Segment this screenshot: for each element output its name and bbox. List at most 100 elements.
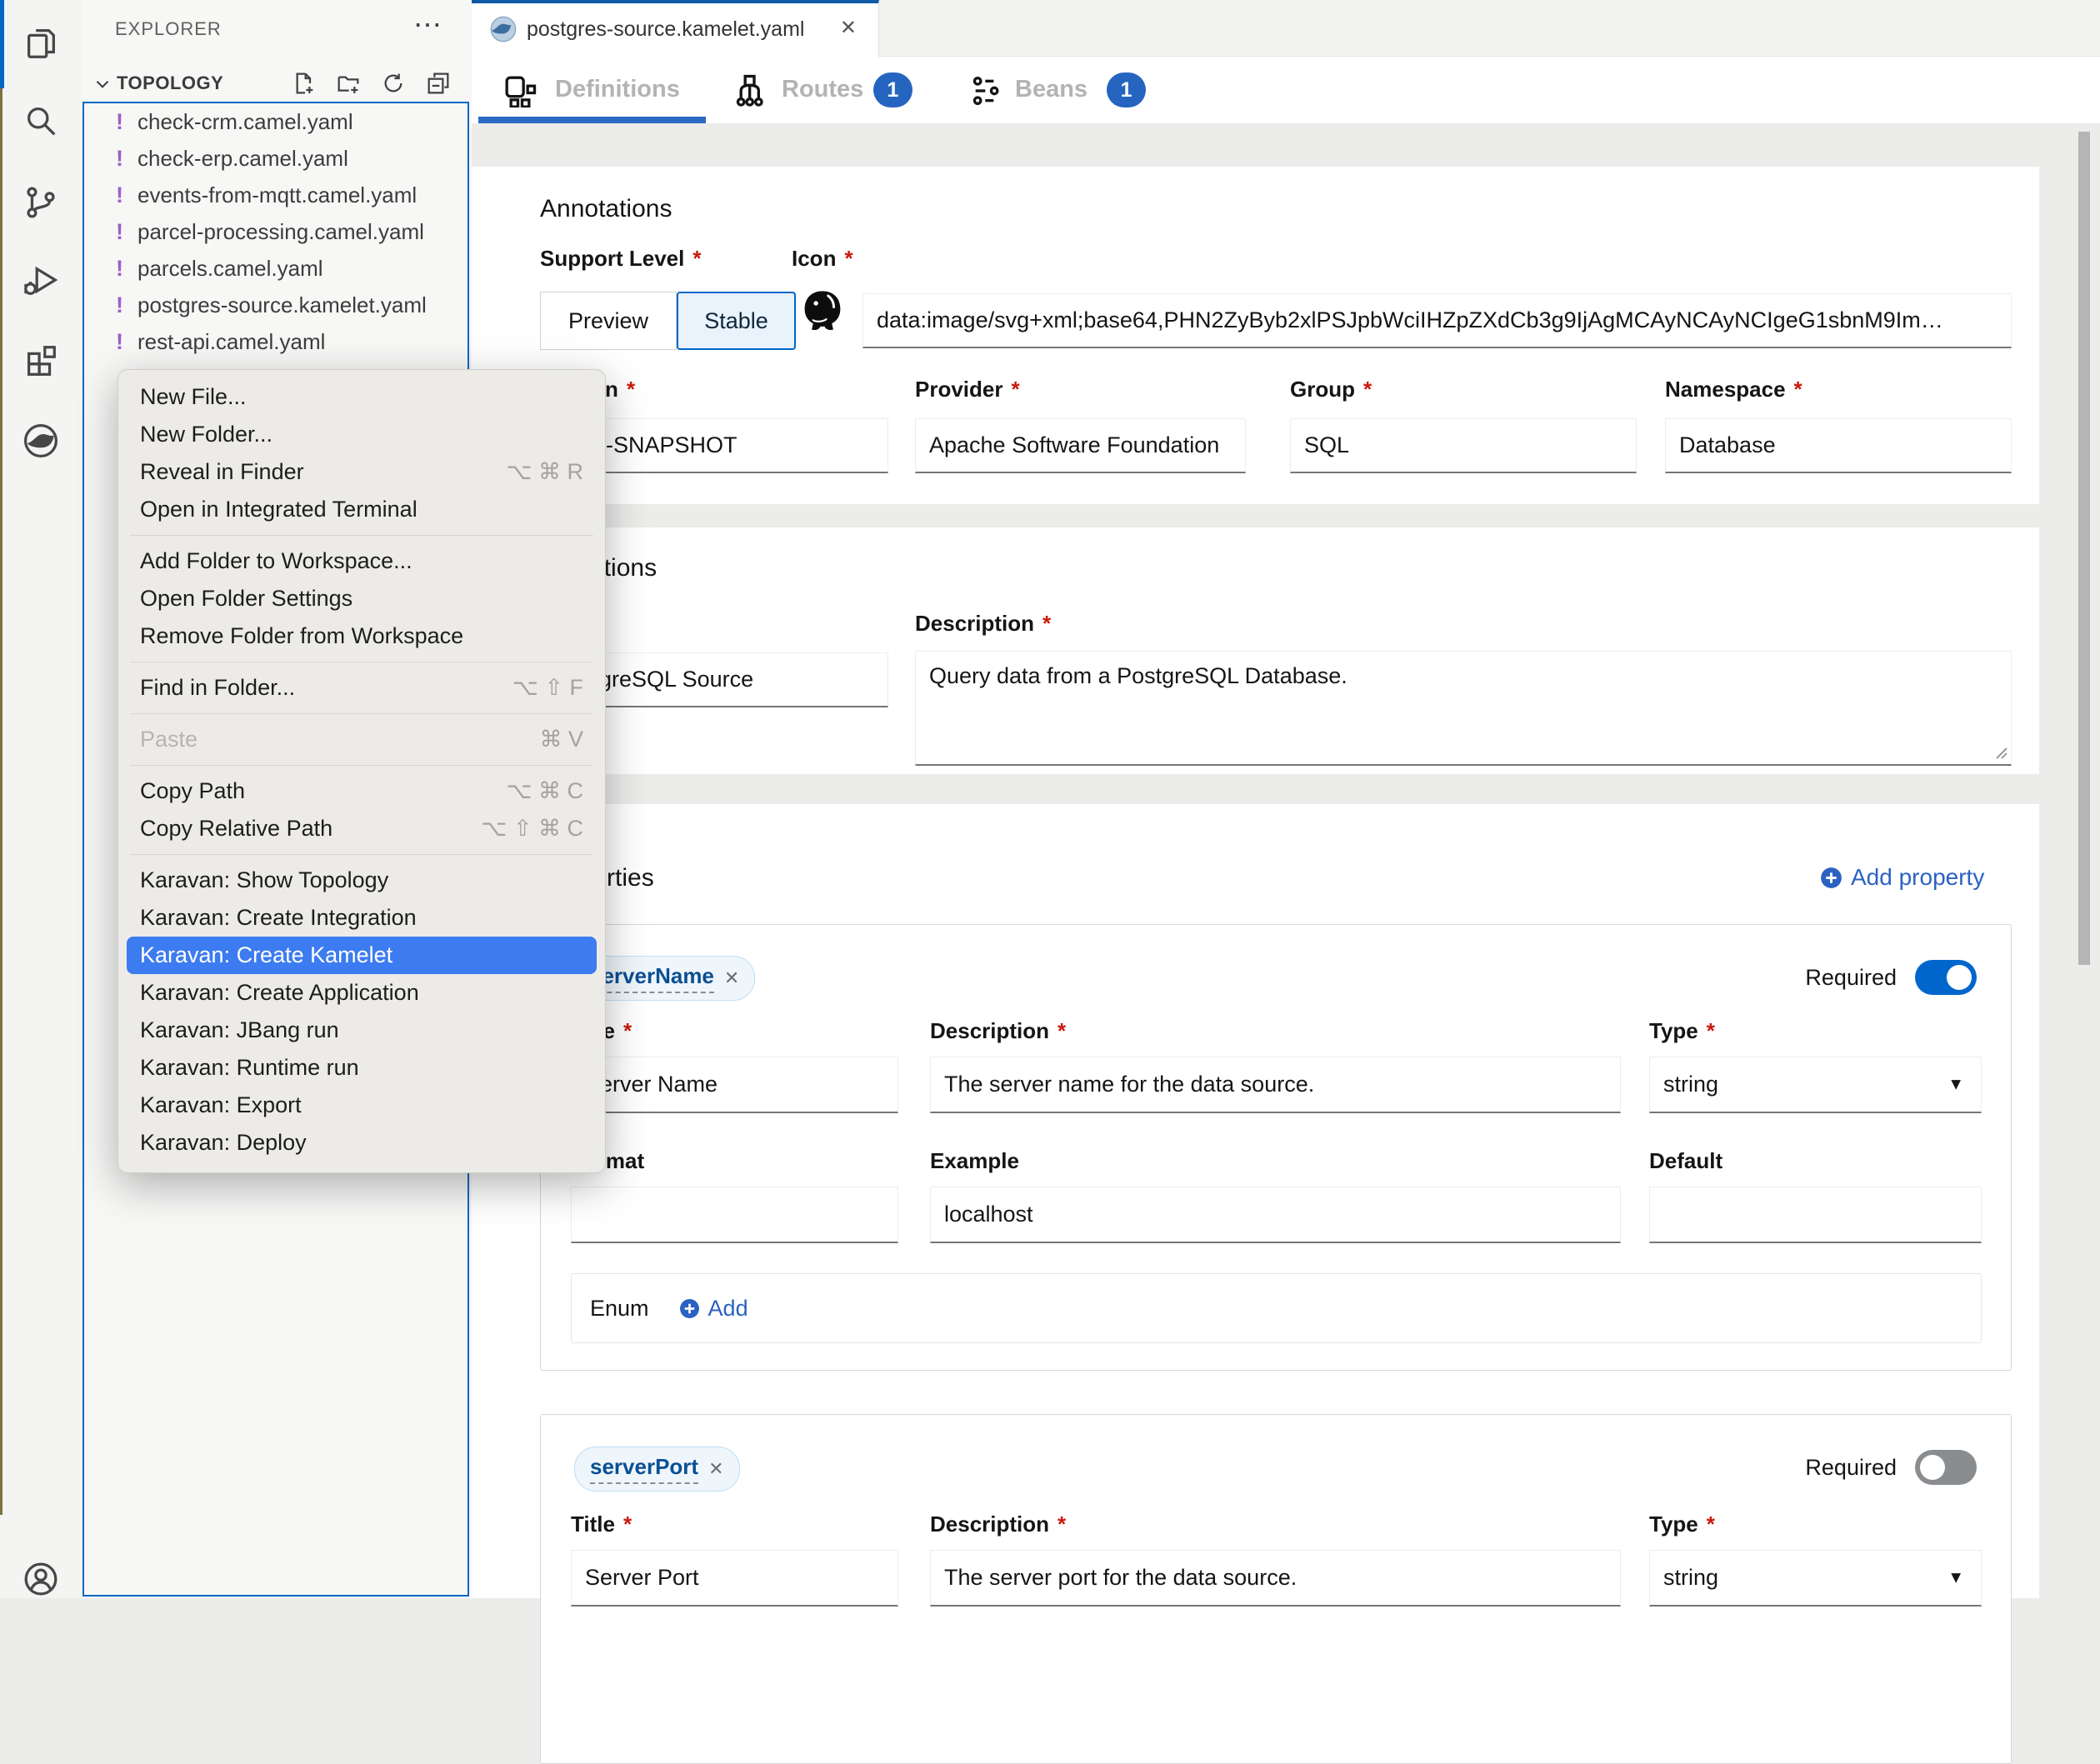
provider-input[interactable]: Apache Software Foundation bbox=[915, 418, 1246, 473]
annotations-heading: Annotations bbox=[540, 195, 672, 223]
warning-icon: ! bbox=[116, 103, 123, 140]
required-control: Required bbox=[1805, 1450, 1977, 1485]
tree-item-rest-api[interactable]: ! rest-api.camel.yaml bbox=[84, 323, 468, 360]
run-debug-icon[interactable] bbox=[22, 262, 60, 300]
menu-item-open-in-terminal[interactable]: Open in Integrated Terminal bbox=[118, 491, 605, 528]
group-input[interactable]: SQL bbox=[1290, 418, 1637, 473]
explorer-more-actions-icon[interactable]: ⋯ bbox=[413, 8, 442, 42]
support-level-preview-button[interactable]: Preview bbox=[540, 292, 677, 350]
postgresql-elephant-icon bbox=[800, 288, 845, 352]
prop-type-select[interactable]: string ▼ bbox=[1649, 1057, 1982, 1113]
editor-area: postgres-source.kamelet.yaml ✕ Definitio… bbox=[472, 0, 2100, 1598]
menu-item-karavan-create-integration[interactable]: Karavan: Create Integration bbox=[118, 899, 605, 937]
menu-item-karavan-deploy[interactable]: Karavan: Deploy bbox=[118, 1124, 605, 1162]
tree-item-check-erp[interactable]: ! check-erp.camel.yaml bbox=[84, 140, 468, 177]
prop-example-input[interactable]: localhost bbox=[930, 1187, 1621, 1243]
add-property-button[interactable]: Add property bbox=[1820, 864, 1984, 891]
menu-item-reveal-in-finder[interactable]: Reveal in Finder⌥ ⌘ R bbox=[118, 453, 605, 491]
tree-item-parcels[interactable]: ! parcels.camel.yaml bbox=[84, 250, 468, 287]
warning-icon: ! bbox=[116, 140, 123, 177]
menu-item-karavan-runtime-run[interactable]: Karavan: Runtime run bbox=[118, 1049, 605, 1087]
warning-icon: ! bbox=[116, 177, 123, 213]
menu-item-remove-folder[interactable]: Remove Folder from Workspace bbox=[118, 617, 605, 655]
menu-item-copy-relative-path[interactable]: Copy Relative Path⌥ ⇧ ⌘ C bbox=[118, 810, 605, 847]
prop-default-label: Default bbox=[1649, 1148, 1722, 1174]
explorer-context-menu: New File... New Folder... Reveal in Find… bbox=[118, 369, 606, 1173]
extensions-icon[interactable] bbox=[22, 342, 60, 380]
menu-item-karavan-create-kamelet[interactable]: Karavan: Create Kamelet bbox=[127, 937, 597, 974]
plus-circle-icon bbox=[679, 1298, 700, 1319]
menu-item-find-in-folder[interactable]: Find in Folder...⌥ ⇧ F bbox=[118, 669, 605, 707]
properties-panel: Properties Add property serverName ✕ Req… bbox=[472, 804, 2039, 1598]
namespace-label: Namespace bbox=[1665, 377, 1802, 402]
definitions-icon bbox=[503, 74, 537, 107]
activity-bar bbox=[0, 0, 82, 1598]
tree-item-events-from-mqtt[interactable]: ! events-from-mqtt.camel.yaml bbox=[84, 177, 468, 213]
prop-title-label: Title bbox=[571, 1512, 632, 1537]
warning-icon: ! bbox=[116, 250, 123, 287]
scrollbar[interactable] bbox=[2078, 132, 2090, 965]
source-control-icon[interactable] bbox=[22, 183, 60, 222]
menu-item-add-folder-to-workspace[interactable]: Add Folder to Workspace... bbox=[118, 542, 605, 580]
kamelet-view-toolbar: Definitions Routes 1 Beans 1 bbox=[472, 57, 2100, 123]
collapse-all-icon[interactable] bbox=[425, 70, 452, 97]
group-label: Group bbox=[1290, 377, 1372, 402]
menu-item-karavan-show-topology[interactable]: Karavan: Show Topology bbox=[118, 862, 605, 899]
prop-description-input[interactable]: The server name for the data source. bbox=[930, 1057, 1621, 1113]
menu-separator bbox=[130, 854, 593, 855]
prop-type-label: Type bbox=[1649, 1018, 1715, 1044]
required-toggle-on[interactable] bbox=[1915, 960, 1977, 995]
property-card-serverPort: serverPort ✕ Required Title Description … bbox=[540, 1414, 2012, 1764]
prop-title-input[interactable]: Server Name bbox=[571, 1057, 898, 1113]
required-control: Required bbox=[1805, 960, 1977, 995]
explorer-header: EXPLORER bbox=[115, 18, 222, 40]
tree-item-parcel-processing[interactable]: ! parcel-processing.camel.yaml bbox=[84, 213, 468, 250]
search-icon[interactable] bbox=[22, 102, 60, 140]
routes-badge: 1 bbox=[873, 72, 912, 107]
tab-definitions[interactable]: Definitions bbox=[488, 57, 705, 123]
chevron-down-icon[interactable] bbox=[92, 73, 113, 95]
namespace-input[interactable]: Database bbox=[1665, 418, 2012, 473]
menu-item-karavan-jbang-run[interactable]: Karavan: JBang run bbox=[118, 1012, 605, 1049]
property-name-chip[interactable]: serverPort ✕ bbox=[574, 1447, 740, 1492]
menu-item-open-folder-settings[interactable]: Open Folder Settings bbox=[118, 580, 605, 617]
resize-grip-icon[interactable] bbox=[1992, 744, 2008, 759]
tab-beans[interactable]: Beans 1 bbox=[960, 57, 1143, 123]
topology-section-header[interactable]: TOPOLOGY bbox=[82, 65, 472, 103]
support-level-stable-button[interactable]: Stable bbox=[677, 292, 796, 350]
topology-section-title: TOPOLOGY bbox=[117, 72, 223, 94]
refresh-icon[interactable] bbox=[380, 70, 407, 97]
enum-add-button[interactable]: Add bbox=[679, 1296, 748, 1322]
new-file-icon[interactable] bbox=[290, 70, 317, 97]
window-edge bbox=[0, 88, 2, 1515]
files-icon[interactable] bbox=[22, 23, 60, 62]
remove-property-icon[interactable]: ✕ bbox=[724, 967, 739, 989]
camel-file-icon bbox=[490, 16, 517, 42]
active-view-indicator bbox=[0, 0, 4, 88]
karavan-icon[interactable] bbox=[22, 422, 60, 460]
menu-item-copy-path[interactable]: Copy Path⌥ ⌘ C bbox=[118, 772, 605, 810]
chevron-down-icon: ▼ bbox=[1948, 1075, 1964, 1094]
tree-item-postgres-source[interactable]: ! postgres-source.kamelet.yaml bbox=[84, 287, 468, 323]
tab-title: postgres-source.kamelet.yaml bbox=[527, 17, 804, 42]
plus-circle-icon bbox=[1820, 867, 1842, 889]
description-textarea[interactable]: Query data from a PostgreSQL Database. bbox=[915, 651, 2012, 766]
tab-close-icon[interactable]: ✕ bbox=[840, 16, 857, 40]
prop-format-input[interactable] bbox=[571, 1187, 898, 1243]
tab-postgres-source[interactable]: postgres-source.kamelet.yaml ✕ bbox=[472, 0, 879, 57]
menu-item-new-folder[interactable]: New Folder... bbox=[118, 416, 605, 453]
prop-default-input[interactable] bbox=[1649, 1187, 1982, 1243]
tab-routes[interactable]: Routes 1 bbox=[722, 57, 922, 123]
account-icon[interactable] bbox=[22, 1560, 60, 1598]
menu-item-new-file[interactable]: New File... bbox=[118, 378, 605, 416]
support-level-label: Support Level bbox=[540, 246, 701, 272]
remove-property-icon[interactable]: ✕ bbox=[708, 1458, 723, 1480]
required-toggle-off[interactable] bbox=[1915, 1450, 1977, 1485]
menu-item-karavan-create-application[interactable]: Karavan: Create Application bbox=[118, 974, 605, 1012]
provider-label: Provider bbox=[915, 377, 1020, 402]
tree-item-check-crm[interactable]: ! check-crm.camel.yaml bbox=[84, 103, 468, 140]
menu-item-karavan-export[interactable]: Karavan: Export bbox=[118, 1087, 605, 1124]
active-tab-underline bbox=[478, 117, 706, 123]
icon-input[interactable]: data:image/svg+xml;base64,PHN2ZyByb2xlPS… bbox=[862, 293, 2012, 348]
new-folder-icon[interactable] bbox=[335, 70, 362, 97]
